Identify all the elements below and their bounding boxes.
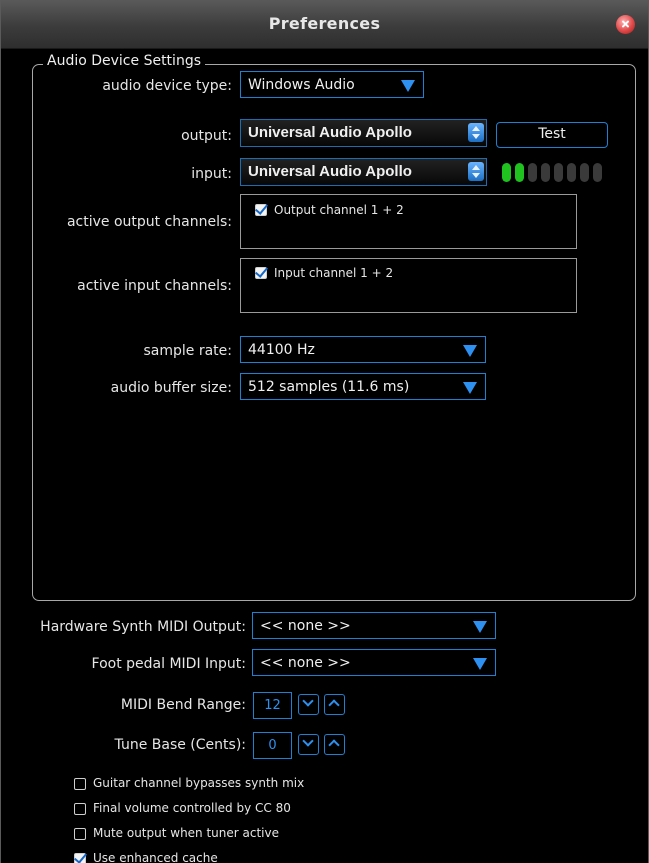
input-channels-list: Input channel 1 + 2 — [240, 258, 577, 313]
title-bar[interactable]: Preferences — [1, 0, 648, 49]
tune-base-field[interactable]: 0 — [253, 732, 292, 759]
foot-pedal-midi-input-dropdown[interactable]: << none >> — [252, 649, 496, 676]
level-led — [593, 163, 602, 182]
audio-device-type-dropdown[interactable]: Windows Audio — [240, 71, 424, 98]
input-level-meter — [502, 163, 606, 183]
sample-rate-value: 44100 Hz — [248, 342, 315, 358]
select-stepper-icon — [468, 162, 484, 181]
level-led — [554, 163, 563, 182]
active-input-channels-label: active input channels: — [77, 278, 232, 294]
midi-bend-range-value: 12 — [264, 698, 281, 713]
select-stepper-icon — [468, 123, 484, 142]
input-label: input: — [191, 166, 232, 182]
test-button[interactable]: Test — [496, 122, 608, 148]
input-device-select[interactable]: Universal Audio Apollo — [240, 158, 487, 186]
level-led — [541, 163, 550, 182]
option-checkbox[interactable] — [74, 853, 86, 863]
window-title: Preferences — [268, 14, 381, 33]
sample-rate-label: sample rate: — [143, 343, 232, 359]
chevron-down-icon — [473, 621, 487, 633]
sample-rate-dropdown[interactable]: 44100 Hz — [240, 336, 486, 363]
hardware-synth-midi-output-label: Hardware Synth MIDI Output: — [40, 619, 246, 635]
output-label: output: — [181, 128, 232, 144]
midi-bend-range-field[interactable]: 12 — [253, 692, 292, 719]
group-title: Audio Device Settings — [43, 53, 205, 69]
option-checkbox[interactable] — [74, 778, 86, 790]
audio-buffer-size-dropdown[interactable]: 512 samples (11.6 ms) — [240, 373, 486, 400]
input-channel-checkbox[interactable] — [255, 267, 267, 279]
audio-buffer-size-value: 512 samples (11.6 ms) — [248, 379, 410, 395]
option-label: Mute output when tuner active — [93, 826, 279, 840]
audio-device-type-value: Windows Audio — [248, 77, 355, 93]
chevron-down-icon — [473, 658, 487, 670]
output-channel-checkbox[interactable] — [255, 204, 267, 216]
tune-base-decrement-icon[interactable] — [298, 734, 319, 755]
audio-device-type-label: audio device type: — [102, 78, 232, 94]
level-led — [580, 163, 589, 182]
midi-bend-range-label: MIDI Bend Range: — [120, 697, 246, 713]
close-icon[interactable] — [616, 15, 635, 34]
output-channel-label: Output channel 1 + 2 — [274, 203, 404, 217]
hardware-synth-midi-output-value: << none >> — [260, 618, 351, 634]
bend-range-increment-icon[interactable] — [324, 694, 345, 715]
level-led — [528, 163, 537, 182]
level-led — [567, 163, 576, 182]
tune-base-value: 0 — [268, 738, 277, 753]
option-label: Guitar channel bypasses synth mix — [93, 776, 305, 790]
chevron-down-icon — [463, 345, 477, 357]
chevron-down-icon — [463, 382, 477, 394]
audio-buffer-size-label: audio buffer size: — [110, 380, 232, 396]
foot-pedal-midi-input-value: << none >> — [260, 655, 351, 671]
level-led — [515, 163, 524, 182]
tune-base-increment-icon[interactable] — [324, 734, 345, 755]
foot-pedal-midi-input-label: Foot pedal MIDI Input: — [91, 656, 246, 672]
option-checkbox[interactable] — [74, 828, 86, 840]
output-device-value: Universal Audio Apollo — [248, 124, 412, 141]
output-device-select[interactable]: Universal Audio Apollo — [240, 119, 487, 147]
preferences-window: Preferences Audio Device Settings audio … — [0, 0, 649, 863]
option-label: Final volume controlled by CC 80 — [93, 801, 291, 815]
option-label: Use enhanced cache — [93, 851, 218, 863]
output-channels-list: Output channel 1 + 2 — [240, 194, 577, 249]
tune-base-label: Tune Base (Cents): — [114, 737, 246, 753]
input-channel-label: Input channel 1 + 2 — [274, 266, 394, 280]
option-checkbox[interactable] — [74, 803, 86, 815]
level-led — [502, 163, 511, 182]
chevron-down-icon — [401, 80, 415, 92]
active-output-channels-label: active output channels: — [66, 214, 232, 230]
bend-range-decrement-icon[interactable] — [298, 694, 319, 715]
hardware-synth-midi-output-dropdown[interactable]: << none >> — [252, 612, 496, 639]
input-device-value: Universal Audio Apollo — [248, 163, 412, 180]
